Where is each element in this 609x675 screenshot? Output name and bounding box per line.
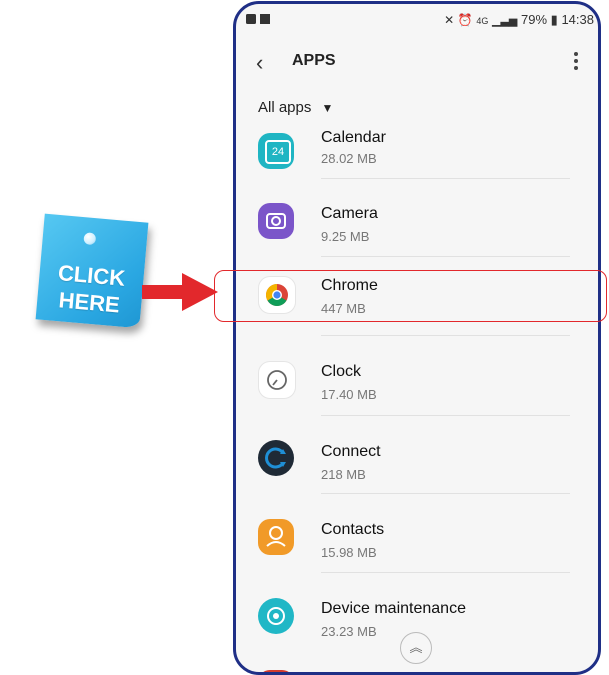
list-item-contacts[interactable]: Contacts 15.98 MB [236, 493, 598, 571]
chevron-left-icon: ‹ [256, 50, 264, 75]
signal-icon: ▁▃▅ [492, 15, 518, 27]
apps-list: 24 Calendar 28.02 MB Camera 9.25 MB Chro… [236, 129, 598, 672]
more-options-button[interactable] [572, 49, 580, 75]
contacts-icon [258, 519, 294, 555]
connect-icon [258, 440, 294, 476]
mute-icon: ✕ [444, 13, 455, 27]
alarm-icon: ⏰ [457, 13, 473, 27]
dropdown-caret-icon: ▼ [321, 101, 334, 115]
more-vert-icon [574, 52, 578, 56]
status-right: ✕ ⏰ 4G ▁▃▅ 79% ▮ 14:38 [444, 12, 594, 28]
back-button[interactable]: ‹ [256, 50, 263, 76]
clock-icon [258, 361, 296, 399]
list-item-connect[interactable]: Connect 218 MB [236, 415, 598, 493]
phone-screen: ✕ ⏰ 4G ▁▃▅ 79% ▮ 14:38 ‹ APPS All apps ▼… [233, 1, 601, 675]
camera-icon [258, 203, 294, 239]
network-type: 4G [476, 16, 489, 26]
divider [321, 178, 570, 179]
clock-time: 14:38 [561, 12, 594, 27]
list-item-clock[interactable]: Clock 17.40 MB [236, 335, 598, 413]
scroll-to-top-button[interactable]: ︽ [400, 632, 432, 664]
divider [321, 256, 570, 257]
list-item-camera[interactable]: Camera 9.25 MB [236, 187, 598, 265]
battery-icon: ▮ [550, 12, 558, 27]
pin-icon [83, 232, 97, 246]
list-item-calendar[interactable]: 24 Calendar 28.02 MB [236, 117, 598, 195]
chrome-highlight-box [214, 270, 607, 322]
page-title: APPS [292, 52, 336, 69]
apps-filter-dropdown[interactable]: All apps ▼ [258, 99, 333, 116]
app-bar: ‹ APPS [236, 40, 598, 84]
calendar-icon: 24 [258, 133, 294, 169]
click-here-note: CLICK HERE [35, 213, 149, 329]
click-here-text: CLICK HERE [57, 260, 127, 318]
status-bar: ✕ ⏰ 4G ▁▃▅ 79% ▮ 14:38 [236, 4, 598, 32]
arrow-right-icon [142, 273, 218, 311]
battery-percent: 79% [521, 12, 548, 27]
device-maintenance-icon [258, 598, 294, 634]
filter-label: All apps [258, 99, 312, 116]
double-chevron-up-icon: ︽ [409, 640, 423, 655]
notification-icons [246, 14, 270, 24]
app-icon-partial [258, 670, 294, 672]
